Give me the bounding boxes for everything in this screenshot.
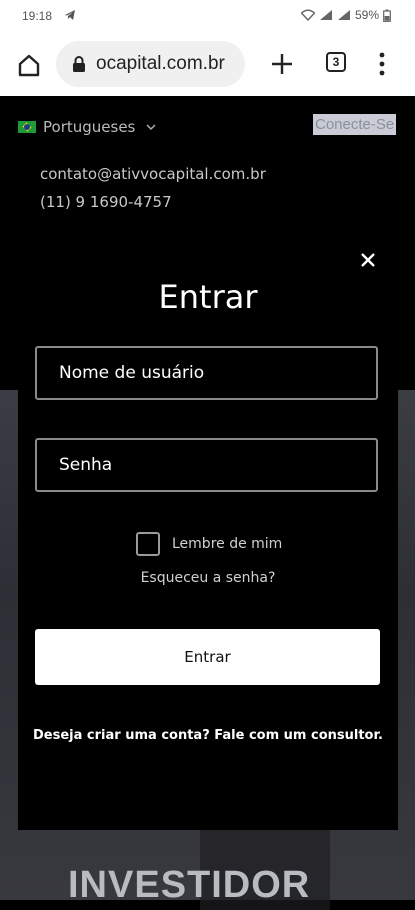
browser-toolbar: ocapital.com.br 3 bbox=[0, 32, 415, 96]
language-selector[interactable]: Portugueses bbox=[18, 118, 156, 136]
url-text: ocapital.com.br bbox=[96, 53, 225, 74]
remember-label[interactable]: Lembre de mim bbox=[172, 536, 282, 552]
username-input[interactable] bbox=[37, 348, 376, 398]
contact-phone[interactable]: (11) 9 1690-4757 bbox=[40, 188, 266, 216]
new-tab-icon[interactable] bbox=[268, 50, 296, 78]
connect-button[interactable]: Conecte-Se bbox=[313, 114, 397, 135]
brazil-flag-icon bbox=[18, 121, 36, 133]
login-modal: Entrar Lembre de mim Esqueceu a senha? E… bbox=[18, 238, 398, 830]
more-menu-icon[interactable] bbox=[374, 50, 390, 78]
battery-icon bbox=[383, 9, 391, 22]
login-button[interactable]: Entrar bbox=[35, 629, 380, 685]
home-icon[interactable] bbox=[14, 50, 44, 80]
status-icons: 59% bbox=[300, 8, 391, 22]
lock-icon bbox=[73, 56, 85, 72]
language-label: Portugueses bbox=[43, 118, 136, 136]
forgot-password-link[interactable]: Esqueceu a senha? bbox=[18, 570, 398, 586]
status-bar: 19:18 59% bbox=[0, 0, 415, 32]
remember-checkbox[interactable] bbox=[136, 532, 160, 556]
username-field bbox=[35, 346, 378, 400]
signal-icon-2 bbox=[337, 10, 350, 20]
password-field bbox=[35, 438, 378, 492]
telegram-icon bbox=[65, 10, 75, 20]
wifi-icon bbox=[300, 9, 315, 21]
remember-me: Lembre de mim bbox=[136, 532, 282, 556]
password-input[interactable] bbox=[37, 440, 376, 490]
address-bar[interactable]: ocapital.com.br bbox=[56, 41, 245, 87]
battery-percent: 59% bbox=[354, 8, 379, 22]
status-time: 19:18 bbox=[22, 9, 53, 23]
hero-heading: INVESTIDOR bbox=[68, 864, 311, 906]
contact-info: contato@ativvocapital.com.br (11) 9 1690… bbox=[40, 160, 266, 216]
chevron-down-icon bbox=[146, 124, 156, 131]
close-icon[interactable] bbox=[360, 252, 376, 268]
tab-switcher-button[interactable]: 3 bbox=[326, 52, 346, 72]
modal-title: Entrar bbox=[158, 278, 258, 316]
signal-icon bbox=[319, 10, 332, 20]
signup-text: Deseja criar uma conta? Fale com um cons… bbox=[33, 728, 383, 743]
web-page: Portugueses Conecte-Se contato@ativvocap… bbox=[0, 96, 415, 910]
contact-email[interactable]: contato@ativvocapital.com.br bbox=[40, 160, 266, 188]
